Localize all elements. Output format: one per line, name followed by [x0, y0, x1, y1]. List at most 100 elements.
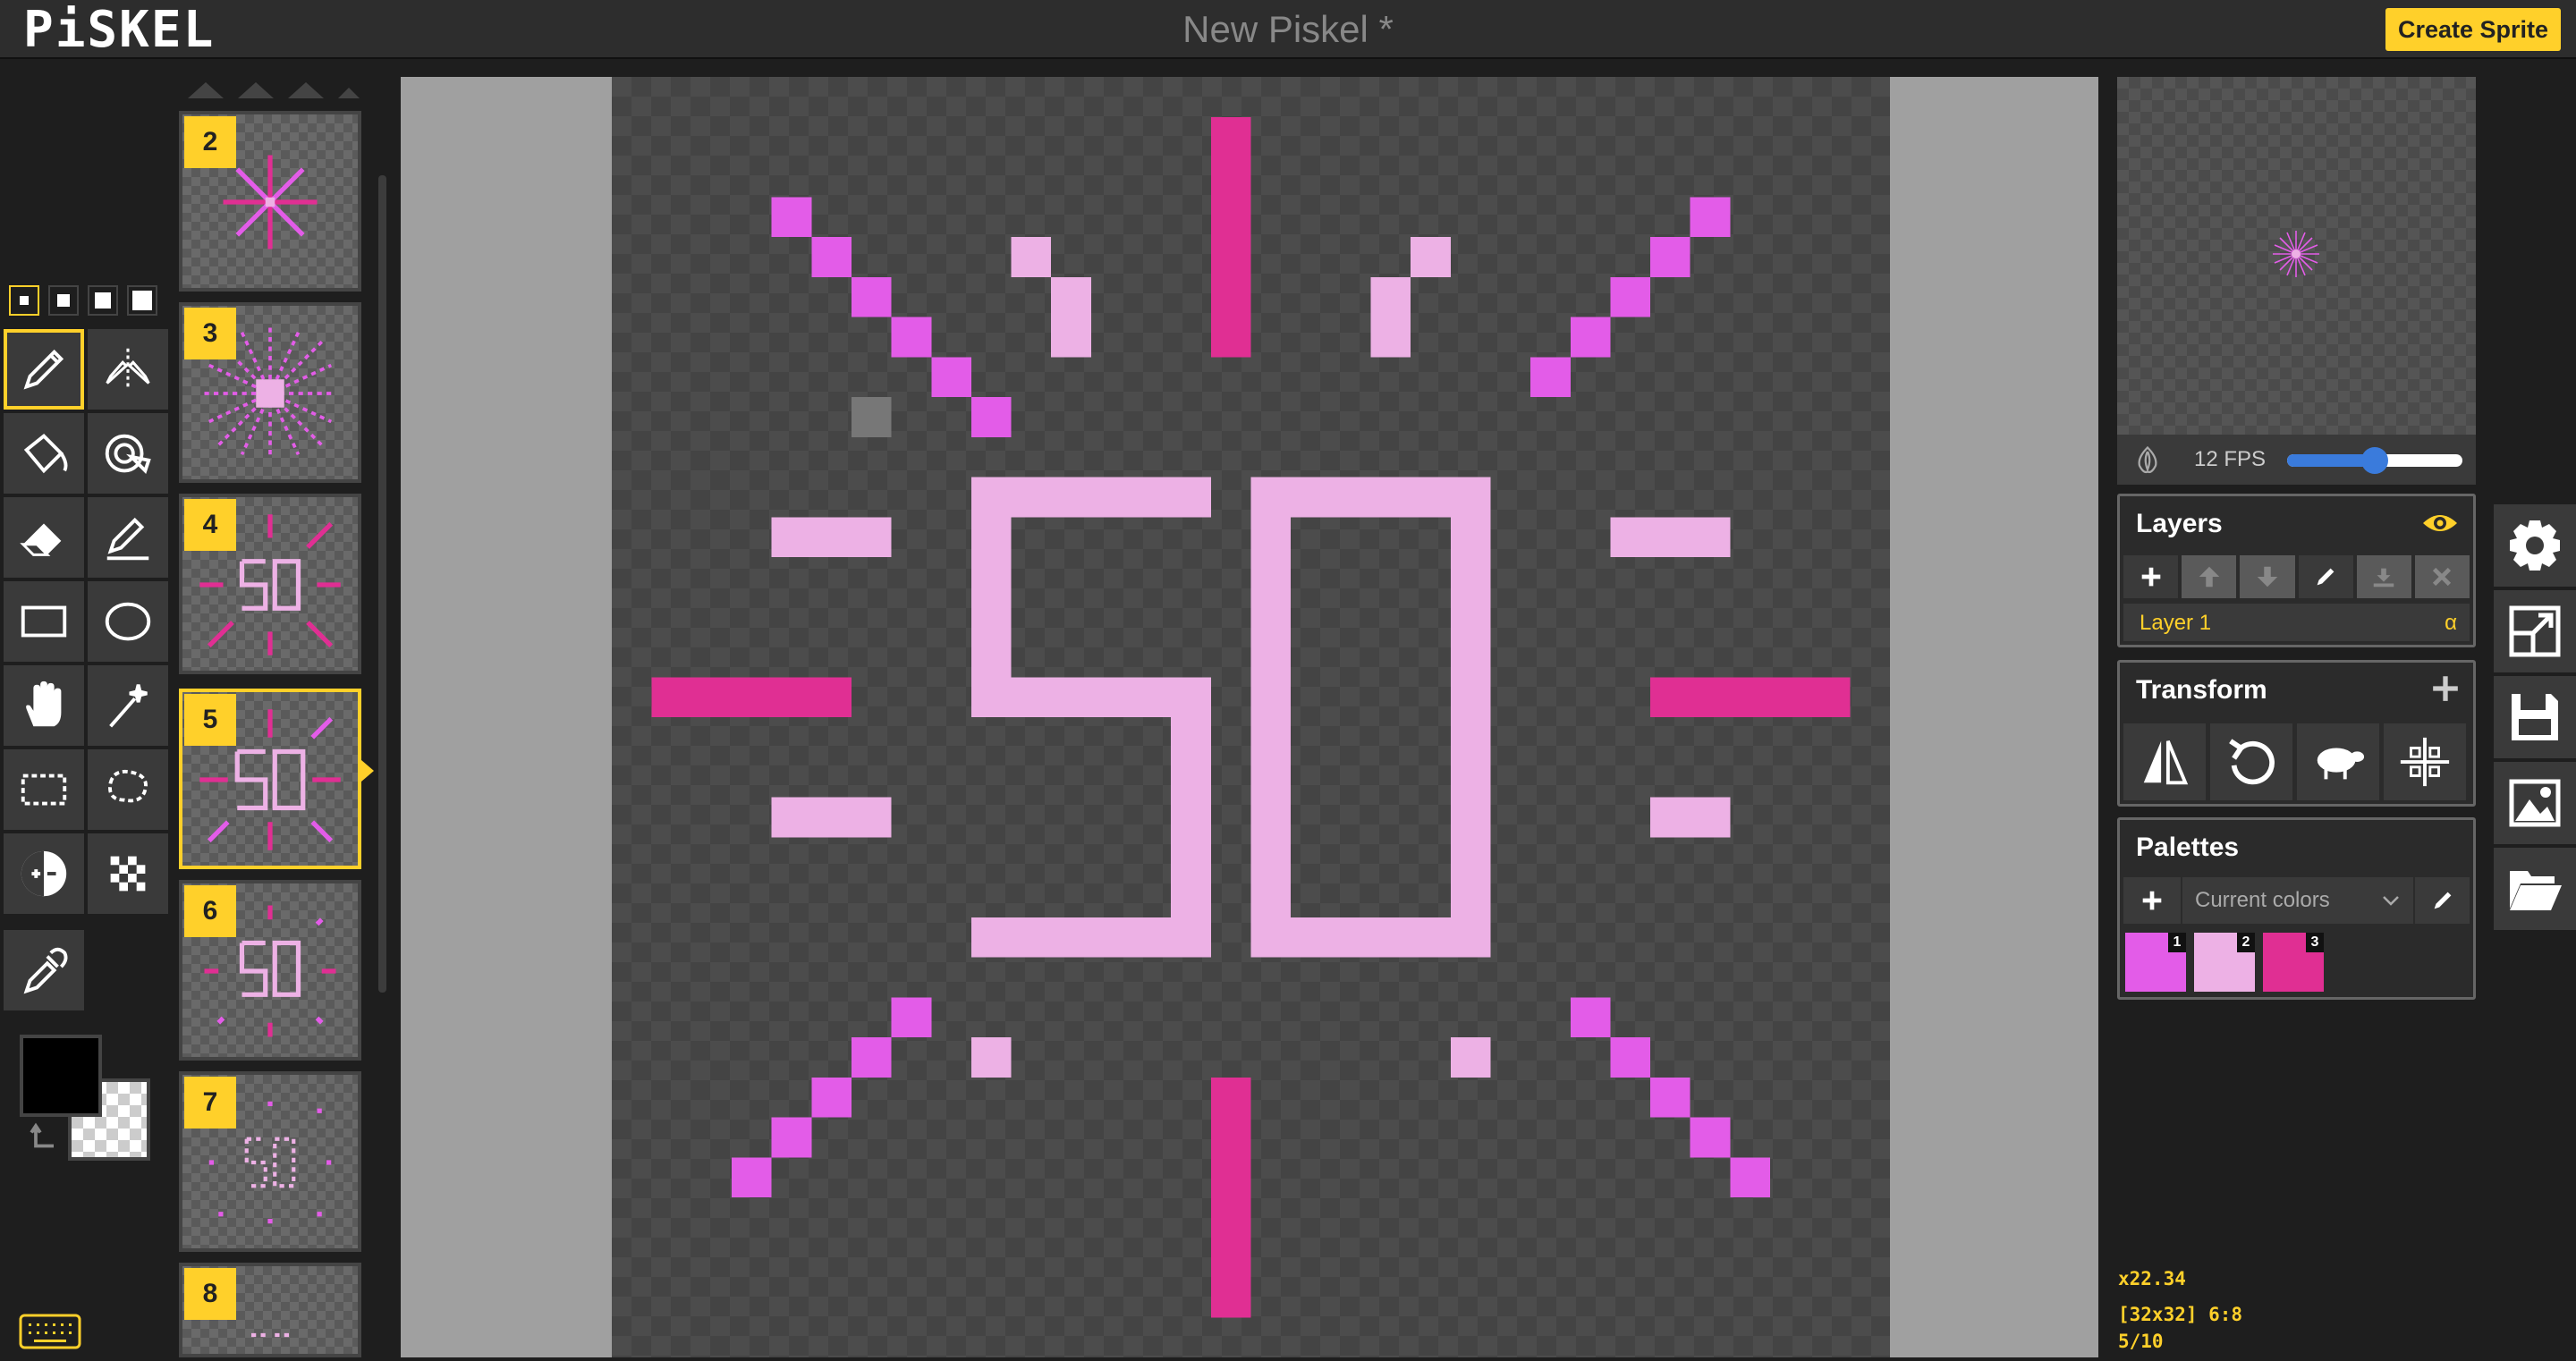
frame-thumbnail-active[interactable]: 5	[179, 689, 361, 869]
plus-icon	[2142, 891, 2162, 910]
flip-button[interactable]	[2123, 723, 2206, 800]
rectangle-icon	[21, 605, 67, 638]
edit-layer-button[interactable]	[2298, 555, 2353, 598]
move-layer-down-button[interactable]	[2240, 555, 2295, 598]
size-and-cursor: [32x32] 6:8	[2118, 1304, 2243, 1325]
create-palette-button[interactable]	[2123, 877, 2181, 924]
primary-color-swatch[interactable]	[20, 1035, 102, 1117]
layer-opacity-button[interactable]: α	[2445, 611, 2457, 636]
rectangle-selection-tool[interactable]	[4, 749, 84, 830]
frame-number: 2	[184, 116, 236, 168]
hand-icon	[26, 680, 62, 727]
pen-size-3[interactable]	[88, 285, 118, 316]
frame-thumbnail[interactable]: 2	[179, 111, 361, 292]
stroke-tool[interactable]	[88, 497, 168, 578]
edit-palette-button[interactable]	[2415, 877, 2470, 924]
shape-selection-tool[interactable]	[88, 665, 168, 746]
move-layer-up-button[interactable]	[2182, 555, 2237, 598]
fps-label: 12 FPS	[2194, 447, 2267, 471]
frames-scrollbar[interactable]	[378, 175, 386, 993]
circle-tool[interactable]	[88, 581, 168, 662]
layer-name: Layer 1	[2140, 611, 2212, 635]
mirror-pen-icon	[106, 348, 150, 391]
palette-select[interactable]: Current colors	[2182, 877, 2413, 924]
align-center-button[interactable]	[2384, 723, 2466, 800]
onion-skin-icon[interactable]	[2131, 444, 2164, 476]
settings-button[interactable]	[2494, 504, 2576, 587]
line-icon	[106, 517, 149, 561]
swap-colors-icon[interactable]	[27, 1121, 63, 1157]
swatch-index: 2	[2237, 933, 2255, 952]
paint-bucket-tool[interactable]	[4, 413, 84, 494]
pencil-icon	[23, 349, 64, 390]
save-button[interactable]	[2494, 676, 2576, 758]
drawing-canvas[interactable]	[612, 77, 1890, 1357]
frame-number: 5	[184, 694, 236, 746]
open-button[interactable]	[2494, 848, 2576, 930]
lighten-darken-icon	[21, 850, 67, 897]
palette-swatch[interactable]: 3	[2263, 933, 2324, 992]
color-picker-tool[interactable]	[4, 930, 84, 1010]
frame-thumbnail[interactable]: 7	[179, 1071, 361, 1252]
merge-down-icon	[2374, 568, 2394, 588]
fps-slider-knob[interactable]	[2361, 447, 2388, 474]
pen-size-1[interactable]	[9, 285, 39, 316]
frame-thumbnail[interactable]: 8	[179, 1263, 361, 1357]
dither-icon	[110, 856, 146, 892]
eye-icon[interactable]	[2421, 509, 2459, 537]
arrow-up-icon	[2199, 566, 2219, 588]
lasso-icon	[108, 769, 148, 803]
vertical-mirror-pen-tool[interactable]	[88, 329, 168, 410]
magic-wand-icon	[109, 684, 148, 728]
frame-thumbnail[interactable]: 6	[179, 880, 361, 1061]
paint-same-color-tool[interactable]	[88, 413, 168, 494]
layer-item[interactable]: Layer 1 α	[2123, 604, 2470, 641]
preview-sprite	[2273, 231, 2319, 277]
piskel-logo[interactable]: PiSKEL	[23, 4, 215, 57]
lasso-selection-tool[interactable]	[88, 749, 168, 830]
fps-slider[interactable]	[2287, 447, 2462, 474]
flip-icon	[2143, 740, 2189, 785]
move-tool[interactable]	[4, 665, 84, 746]
swatch-index: 1	[2168, 933, 2186, 952]
align-center-icon	[2400, 737, 2450, 787]
pen-size-4[interactable]	[127, 285, 157, 316]
top-bar: PiSKEL New Piskel * Create Sprite	[0, 0, 2576, 59]
dithering-tool[interactable]	[88, 833, 168, 914]
plus-icon	[2141, 567, 2160, 587]
add-layer-button[interactable]	[2123, 555, 2179, 598]
keyboard-shortcuts-icon[interactable]	[18, 1313, 82, 1350]
clone-button[interactable]	[2297, 723, 2379, 800]
frame-number: 8	[184, 1268, 236, 1320]
arrow-down-icon	[2257, 566, 2278, 588]
transform-panel: Transform	[2117, 660, 2476, 807]
eraser-tool[interactable]	[4, 497, 84, 578]
palette-select-value: Current colors	[2195, 888, 2330, 912]
create-sprite-button[interactable]: Create Sprite	[2385, 8, 2561, 51]
frames-scroll-up-icon[interactable]	[179, 77, 361, 102]
delete-layer-button[interactable]	[2414, 555, 2470, 598]
animation-preview[interactable]	[2117, 77, 2476, 435]
pen-size-2[interactable]	[48, 285, 79, 316]
rectangle-tool[interactable]	[4, 581, 84, 662]
export-button[interactable]	[2494, 762, 2576, 844]
palettes-panel: Palettes Current colors 1 2 3	[2117, 817, 2476, 1000]
palette-swatch[interactable]: 1	[2125, 933, 2186, 992]
pen-tool[interactable]	[4, 329, 84, 410]
resize-button[interactable]	[2494, 590, 2576, 672]
frame-thumbnail[interactable]: 3	[179, 302, 361, 483]
zoom-level: x22.34	[2118, 1268, 2186, 1289]
merge-layer-button[interactable]	[2356, 555, 2411, 598]
frame-number: 7	[184, 1077, 236, 1129]
plus-icon[interactable]	[2430, 673, 2461, 704]
rotate-button[interactable]	[2210, 723, 2292, 800]
lighten-tool[interactable]	[4, 833, 84, 914]
palette-swatch[interactable]: 2	[2194, 933, 2255, 992]
frame-thumbnail[interactable]: 4	[179, 494, 361, 674]
circle-icon	[105, 602, 151, 641]
close-icon	[2433, 567, 2452, 587]
save-icon	[2512, 694, 2558, 740]
gear-icon	[2510, 520, 2560, 571]
document-title[interactable]: New Piskel *	[0, 7, 2576, 52]
swatch-index: 3	[2306, 933, 2324, 952]
